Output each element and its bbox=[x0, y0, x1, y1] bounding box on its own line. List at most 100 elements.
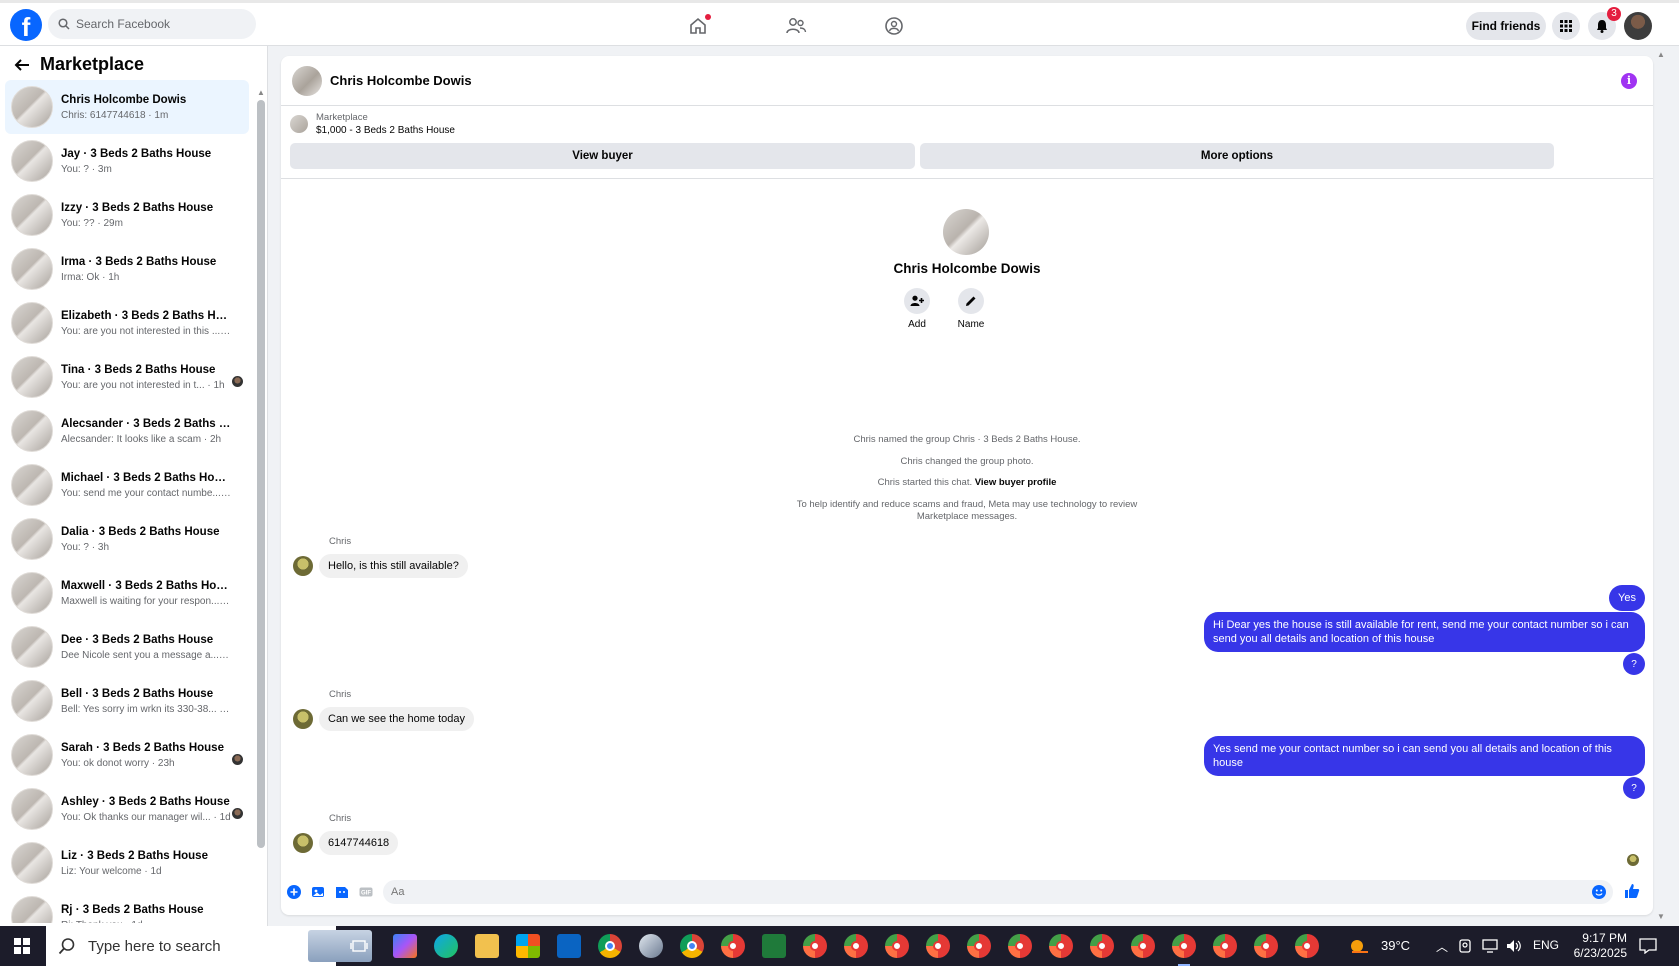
chat-profile-avatar[interactable] bbox=[943, 209, 989, 255]
task-view-icon[interactable] bbox=[350, 937, 368, 955]
conversation-item[interactable]: Michael · 3 Beds 2 Baths House You: send … bbox=[5, 458, 249, 512]
add-action[interactable]: Add bbox=[892, 288, 942, 330]
camera-icon[interactable] bbox=[1458, 939, 1472, 953]
listing-info[interactable]: Marketplace $1,000 - 3 Beds 2 Baths Hous… bbox=[290, 112, 455, 136]
file-explorer-icon[interactable] bbox=[475, 934, 499, 958]
chrome-profile-icon[interactable] bbox=[721, 934, 745, 958]
sidebar-scroll-thumb[interactable] bbox=[257, 100, 265, 848]
chrome-profile-icon[interactable] bbox=[803, 934, 827, 958]
conversation-preview: You: ? · 3h bbox=[61, 541, 110, 553]
find-friends-button[interactable]: Find friends bbox=[1466, 12, 1546, 40]
profile-avatar[interactable] bbox=[1624, 12, 1652, 40]
outgoing-message[interactable]: ? bbox=[1623, 653, 1645, 675]
gif-icon[interactable]: GIF bbox=[359, 885, 373, 899]
name-action[interactable]: Name bbox=[946, 288, 996, 330]
back-arrow-icon[interactable] bbox=[14, 58, 30, 72]
chrome-profile-icon[interactable] bbox=[967, 934, 991, 958]
sender-avatar[interactable] bbox=[293, 833, 313, 853]
notification-center-icon[interactable] bbox=[1639, 938, 1657, 954]
system-message-text: Chris started this chat. bbox=[877, 477, 973, 488]
chrome-profile-icon[interactable] bbox=[1295, 934, 1319, 958]
sidebar-scrollbar[interactable]: ▲ ▼ bbox=[256, 86, 266, 966]
groups-icon[interactable] bbox=[882, 14, 906, 38]
conversation-list[interactable]: Chris Holcombe Dowis Chris: 6147744618 · … bbox=[5, 80, 249, 923]
conversation-item[interactable]: Izzy · 3 Beds 2 Baths House You: ?? · 29m bbox=[5, 188, 249, 242]
scroll-up-icon[interactable]: ▲ bbox=[257, 88, 265, 97]
message-input[interactable] bbox=[383, 880, 1613, 904]
app-icon[interactable] bbox=[639, 934, 663, 958]
pencil-icon[interactable] bbox=[958, 288, 984, 314]
home-icon[interactable] bbox=[686, 14, 711, 38]
outlook-icon[interactable] bbox=[557, 934, 581, 958]
incoming-message[interactable]: Hello, is this still available? bbox=[319, 554, 468, 578]
facebook-logo[interactable]: f bbox=[10, 9, 42, 41]
conversation-item[interactable]: Jay · 3 Beds 2 Baths House You: ? · 3m bbox=[5, 134, 249, 188]
more-options-button[interactable]: More options bbox=[920, 143, 1554, 169]
conversation-item[interactable]: Maxwell · 3 Beds 2 Baths House Maxwell is… bbox=[5, 566, 249, 620]
conversation-item[interactable]: Dee · 3 Beds 2 Baths House Dee Nicole sen… bbox=[5, 620, 249, 674]
conversation-item[interactable]: Sarah · 3 Beds 2 Baths House You: ok dono… bbox=[5, 728, 249, 782]
scroll-down-icon[interactable]: ▼ bbox=[1657, 912, 1665, 921]
microsoft-store-icon[interactable] bbox=[516, 934, 540, 958]
view-buyer-button[interactable]: View buyer bbox=[290, 143, 915, 169]
menu-grid-icon[interactable] bbox=[1552, 12, 1580, 40]
conversation-item[interactable]: Liz · 3 Beds 2 Baths House Liz: Your welc… bbox=[5, 836, 249, 890]
chrome-profile-icon[interactable] bbox=[1049, 934, 1073, 958]
conversation-item[interactable]: Elizabeth · 3 Beds 2 Baths House You: are… bbox=[5, 296, 249, 350]
incoming-message[interactable]: Can we see the home today bbox=[319, 707, 474, 731]
outgoing-message[interactable]: ? bbox=[1623, 777, 1645, 799]
main-scrollbar[interactable]: ▲ ▼ bbox=[1655, 46, 1667, 926]
conversation-item[interactable]: Irma · 3 Beds 2 Baths House Irma: Ok · 1h bbox=[5, 242, 249, 296]
chrome-profile-icon[interactable] bbox=[1213, 934, 1237, 958]
conversation-item[interactable]: Rj · 3 Beds 2 Baths House Rj: Thank you ·… bbox=[5, 890, 249, 923]
thumbs-up-icon[interactable] bbox=[1624, 883, 1640, 899]
conversation-item[interactable]: Tina · 3 Beds 2 Baths House You: are you … bbox=[5, 350, 249, 404]
scroll-up-icon[interactable]: ▲ bbox=[1657, 50, 1665, 59]
chrome-profile-icon-active[interactable] bbox=[1172, 934, 1196, 966]
taskbar-search[interactable]: Type here to search bbox=[46, 926, 372, 966]
conversation-item[interactable]: Alecsander · 3 Beds 2 Baths Ho... Alecsan… bbox=[5, 404, 249, 458]
chrome-profile-icon[interactable] bbox=[1090, 934, 1114, 958]
conversation-item[interactable]: Dalia · 3 Beds 2 Baths House You: ? · 3h bbox=[5, 512, 249, 566]
friends-icon[interactable] bbox=[784, 14, 808, 38]
add-person-icon[interactable] bbox=[904, 288, 930, 314]
chrome-profile-icon[interactable] bbox=[1008, 934, 1032, 958]
show-hidden-icons-chevron-icon[interactable]: ︿ bbox=[1436, 938, 1448, 955]
windows-start-icon[interactable] bbox=[14, 938, 30, 954]
sticker-icon[interactable] bbox=[335, 885, 349, 899]
view-buyer-profile-link[interactable]: View buyer profile bbox=[975, 477, 1057, 488]
conversation-item[interactable]: Ashley · 3 Beds 2 Baths House You: Ok tha… bbox=[5, 782, 249, 836]
chrome-profile-icon[interactable] bbox=[926, 934, 950, 958]
chat-header-name[interactable]: Chris Holcombe Dowis bbox=[330, 73, 472, 88]
listing-label: Marketplace bbox=[316, 112, 368, 123]
chrome-profile-icon[interactable] bbox=[844, 934, 868, 958]
weather-icon[interactable] bbox=[1348, 936, 1370, 956]
outgoing-message[interactable]: Hi Dear yes the house is still available… bbox=[1204, 612, 1645, 652]
volume-icon[interactable] bbox=[1506, 939, 1522, 953]
chrome-icon[interactable] bbox=[598, 934, 622, 958]
copilot-icon[interactable] bbox=[393, 934, 417, 958]
edge-icon[interactable] bbox=[434, 934, 458, 958]
taskbar-clock[interactable]: 9:17 PM 6/23/2025 bbox=[1555, 931, 1627, 961]
info-icon[interactable]: i bbox=[1621, 73, 1637, 89]
photo-icon[interactable] bbox=[311, 885, 325, 899]
search-box[interactable]: Search Facebook bbox=[48, 9, 256, 39]
chrome-profile-icon[interactable] bbox=[1131, 934, 1155, 958]
chat-header-avatar[interactable] bbox=[292, 65, 322, 96]
chrome-profile-icon[interactable] bbox=[680, 934, 704, 958]
sender-avatar[interactable] bbox=[293, 556, 313, 576]
conversation-item[interactable]: Chris Holcombe Dowis Chris: 6147744618 · … bbox=[5, 80, 249, 134]
weather-temperature[interactable]: 39°C bbox=[1381, 938, 1410, 953]
chrome-profile-icon[interactable] bbox=[885, 934, 909, 958]
sender-avatar[interactable] bbox=[293, 709, 313, 729]
conversation-preview: Bell: Yes sorry im wrkn its 330-38... · … bbox=[61, 703, 231, 715]
outgoing-message[interactable]: Yes send me your contact number so i can… bbox=[1204, 736, 1645, 776]
conversation-item[interactable]: Bell · 3 Beds 2 Baths House Bell: Yes sor… bbox=[5, 674, 249, 728]
sheets-icon[interactable] bbox=[762, 934, 786, 958]
incoming-message[interactable]: 6147744618 bbox=[319, 831, 399, 855]
network-icon[interactable] bbox=[1482, 939, 1498, 953]
emoji-icon[interactable] bbox=[1592, 885, 1606, 899]
chrome-profile-icon[interactable] bbox=[1254, 934, 1278, 958]
outgoing-message[interactable]: Yes bbox=[1609, 585, 1645, 611]
plus-circle-icon[interactable] bbox=[287, 885, 301, 899]
